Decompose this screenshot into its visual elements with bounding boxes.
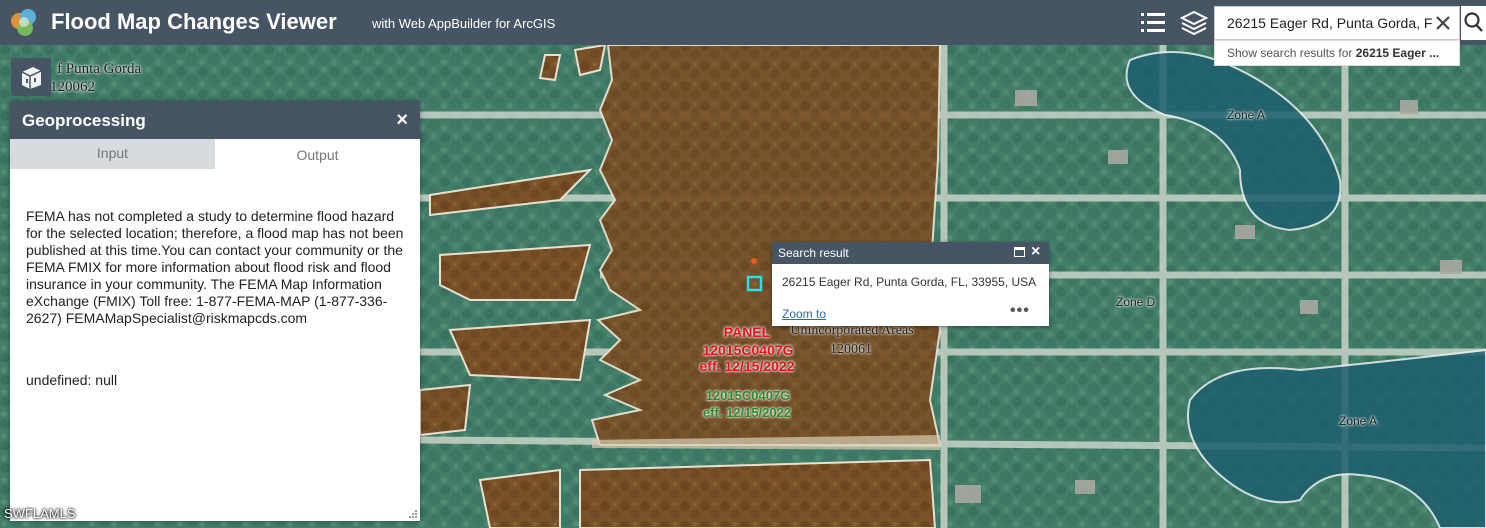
close-icon[interactable] xyxy=(1433,13,1453,33)
search-box[interactable] xyxy=(1214,6,1460,40)
popup-header: Search result × xyxy=(772,242,1049,264)
community-label: f Punta Gorda xyxy=(57,61,142,77)
watermark: SWFLAMLS xyxy=(4,506,76,521)
zone-a-label: Zone A xyxy=(1227,108,1266,122)
search-suggestion[interactable]: Show search results for 26215 Eager ... xyxy=(1214,40,1460,66)
tab-input[interactable]: Input xyxy=(10,139,215,169)
geoprocessing-widget-button[interactable] xyxy=(11,58,51,96)
panel-label: PANEL xyxy=(723,324,771,340)
panel-number-red: 12015C0407G xyxy=(702,342,794,358)
panel-number-green: 12015C0407G xyxy=(705,388,791,403)
community-id-label: 120062 xyxy=(50,79,95,95)
close-panel-button[interactable]: × xyxy=(396,110,408,130)
close-icon[interactable]: × xyxy=(1031,243,1040,261)
panel-header: Geoprocessing × xyxy=(10,101,420,139)
app-subtitle: with Web AppBuilder for ArcGIS xyxy=(372,16,556,31)
panel-title: Geoprocessing xyxy=(22,111,146,130)
tab-output[interactable]: Output xyxy=(215,139,420,169)
panel-effective-green: eff. 12/15/2022 xyxy=(702,405,792,420)
popup-address: 26215 Eager Rd, Punta Gorda, FL, 33955, … xyxy=(782,275,1037,289)
zoom-to-link[interactable]: Zoom to xyxy=(782,307,826,321)
search-button[interactable] xyxy=(1461,6,1486,40)
output-message: FEMA has not completed a study to determ… xyxy=(26,208,404,326)
toolbox-icon xyxy=(21,67,42,89)
legend-list-icon[interactable] xyxy=(1138,9,1168,37)
popup-title: Search result xyxy=(778,246,849,260)
panel-effective-red: eff. 12/15/2022 xyxy=(699,358,795,374)
layers-icon[interactable] xyxy=(1179,9,1209,37)
app-header: Flood Map Changes Viewer with Web AppBui… xyxy=(0,0,1486,45)
resize-handle-icon[interactable] xyxy=(408,509,418,519)
app-logo-icon xyxy=(11,9,36,36)
app-title: Flood Map Changes Viewer xyxy=(51,9,337,34)
geoprocessing-panel: Geoprocessing × Input Output FEMA has no… xyxy=(10,101,420,521)
maximize-icon[interactable] xyxy=(1014,247,1025,257)
zone-a-label: Zone A xyxy=(1339,414,1378,428)
search-input[interactable] xyxy=(1215,7,1437,39)
zone-d-label: Zone D xyxy=(1116,295,1156,309)
suggestion-term: 26215 Eager ... xyxy=(1355,46,1440,60)
suggestion-prefix: Show search results for xyxy=(1227,46,1356,60)
search-icon xyxy=(1464,12,1483,32)
output-undefined-line: undefined: null xyxy=(26,372,118,388)
area-id-label: 120061 xyxy=(830,342,872,357)
more-actions-button[interactable]: ••• xyxy=(1010,302,1030,320)
search-result-popup: Search result × 26215 Eager Rd, Punta Go… xyxy=(772,242,1049,326)
